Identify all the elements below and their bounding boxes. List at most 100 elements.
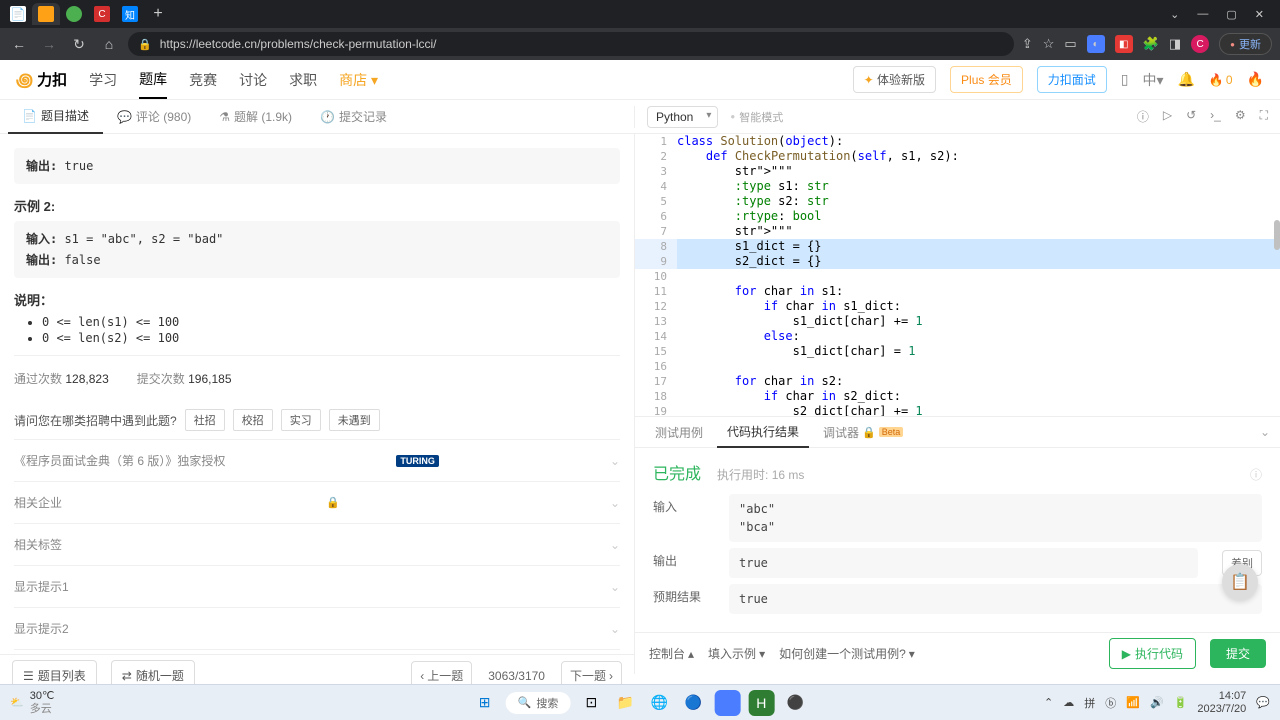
app-icon[interactable] [714,690,740,716]
browser-tab[interactable] [60,3,88,25]
code-line[interactable]: 2 def CheckPermutation(self, s1, s2): [635,149,1280,164]
terminal-icon[interactable]: ›_ [1210,108,1221,125]
tab-submissions[interactable]: 🕐 提交记录 [306,100,401,134]
fire-icon[interactable]: 🔥 [1247,71,1264,88]
reset-icon[interactable]: ↺ [1186,108,1196,125]
submit-button[interactable]: 提交 [1210,639,1266,668]
run-icon[interactable]: ▷ [1163,108,1172,125]
nav-study[interactable]: 学习 [89,62,117,98]
star-icon[interactable]: ☆ [1043,36,1055,52]
app-icon[interactable]: ⚫ [782,690,808,716]
code-editor[interactable]: 1class Solution(object):2 def CheckPermu… [635,134,1280,416]
window-chevron-icon[interactable]: ⌄ [1170,8,1179,21]
extension-icon[interactable]: ◧ [1115,35,1133,53]
interview-button[interactable]: 力扣面试 [1037,66,1107,93]
tab-testcase[interactable]: 测试用例 [645,416,713,448]
browser-tab[interactable]: 📄 [4,3,32,25]
smart-mode-toggle[interactable]: 智能模式 [730,109,783,125]
tray-volume-icon[interactable]: 🔊 [1150,696,1164,709]
recruit-chip[interactable]: 未遇到 [329,409,380,431]
code-line[interactable]: 14 else: [635,329,1280,344]
nav-contest[interactable]: 竞赛 [189,62,217,98]
share-icon[interactable]: ⇪ [1022,36,1033,52]
code-line[interactable]: 10 [635,269,1280,284]
tab-comments[interactable]: 💬 评论 (980) [103,100,205,134]
tab-solutions[interactable]: ⚗ 题解 (1.9k) [205,100,306,134]
extension-icon[interactable]: ◐ [1087,35,1105,53]
collapse-icon[interactable]: ⌄ [1260,425,1270,439]
related-companies[interactable]: 相关企业🔒⌄ [14,481,620,523]
hint-2[interactable]: 显示提示2⌄ [14,607,620,649]
nav-discuss[interactable]: 讨论 [239,62,267,98]
language-select[interactable]: Python [647,106,718,128]
fullscreen-icon[interactable]: ⛶ [1260,108,1268,125]
browser-tab[interactable]: C [88,3,116,25]
info-icon[interactable]: ⓘ [1137,108,1149,125]
browser-update-button[interactable]: 更新 [1219,33,1272,55]
run-code-button[interactable]: ▶ 执行代码 [1109,638,1196,669]
code-line[interactable]: 19 s2_dict[char] += 1 [635,404,1280,416]
nav-back-icon[interactable]: ← [8,36,30,52]
nav-forward-icon[interactable]: → [38,36,60,52]
start-icon[interactable]: ⊞ [472,690,498,716]
howto-link[interactable]: 如何创建一个测试用例? ▾ [779,645,915,662]
tray-bluetooth-icon[interactable]: ⓑ [1105,695,1116,711]
recruit-chip[interactable]: 校招 [233,409,273,431]
try-new-button[interactable]: 体验新版 [853,66,936,93]
code-line[interactable]: 8 s1_dict = {} [635,239,1280,254]
tab-overview-icon[interactable]: ▭ [1064,36,1076,52]
panel-icon[interactable]: ◨ [1169,36,1181,52]
recruit-chip[interactable]: 社招 [185,409,225,431]
mobile-icon[interactable]: ▯ [1121,71,1129,88]
info-icon[interactable]: ⓘ [1250,466,1262,483]
url-input[interactable]: 🔒 https://leetcode.cn/problems/check-per… [128,32,1014,56]
hint-1[interactable]: 显示提示1⌄ [14,565,620,607]
chrome-icon[interactable]: 🌐 [646,690,672,716]
weather-widget[interactable]: ⛅ 30℃多云 [10,690,54,714]
feedback-fab[interactable]: 📋 [1222,564,1258,600]
site-logo[interactable]: ꩜力扣 [16,67,67,93]
tab-description[interactable]: 📄 题目描述 [8,100,103,134]
nav-problems[interactable]: 题库 [139,61,167,99]
tray-battery-icon[interactable]: 🔋 [1174,696,1188,709]
code-line[interactable]: 1class Solution(object): [635,134,1280,149]
new-tab-button[interactable]: + [144,3,172,25]
nav-jobs[interactable]: 求职 [289,62,317,98]
streak-counter[interactable]: 🔥0 [1209,73,1233,87]
code-line[interactable]: 11 for char in s1: [635,284,1280,299]
scrollbar-thumb[interactable] [1274,220,1280,250]
app-icon[interactable]: H [748,690,774,716]
settings-icon[interactable]: ⚙ [1235,108,1246,125]
tab-debugger[interactable]: 调试器🔒Beta [813,416,913,448]
code-line[interactable]: 13 s1_dict[char] += 1 [635,314,1280,329]
tray-cloud-icon[interactable]: ☁ [1063,696,1074,709]
fill-example-button[interactable]: 填入示例 ▾ [708,645,765,662]
nav-home-icon[interactable]: ⌂ [98,36,120,52]
extensions-icon[interactable]: 🧩 [1143,36,1159,52]
code-line[interactable]: 15 s1_dict[char] = 1 [635,344,1280,359]
window-minimize-icon[interactable]: — [1197,8,1208,21]
code-line[interactable]: 17 for char in s2: [635,374,1280,389]
profile-avatar[interactable]: C [1191,35,1209,53]
code-line[interactable]: 7 str">""" [635,224,1280,239]
nav-store[interactable]: 商店 ▾ [339,62,378,98]
book-authorization[interactable]: 《程序员面试金典（第 6 版）》独家授权 TURING ⌄ [14,439,620,481]
code-line[interactable]: 3 str">""" [635,164,1280,179]
task-view-icon[interactable]: ⊡ [578,690,604,716]
language-toggle[interactable]: 中▾ [1142,70,1163,90]
nav-reload-icon[interactable]: ↻ [68,36,90,53]
related-tags[interactable]: 相关标签⌄ [14,523,620,565]
window-close-icon[interactable]: ✕ [1255,8,1264,21]
code-line[interactable]: 16 [635,359,1280,374]
code-line[interactable]: 6 :rtype: bool [635,209,1280,224]
notification-icon[interactable]: 💬 [1256,696,1270,709]
taskbar-clock[interactable]: 14:072023/7/20 [1197,690,1246,714]
code-line[interactable]: 18 if char in s2_dict: [635,389,1280,404]
plus-member-button[interactable]: Plus 会员 [950,66,1023,93]
bell-icon[interactable]: 🔔 [1177,71,1194,88]
edge-icon[interactable]: 🔵 [680,690,706,716]
code-line[interactable]: 5 :type s2: str [635,194,1280,209]
tray-lang-icon[interactable]: 拼 [1084,695,1095,711]
tray-chevron-icon[interactable]: ⌃ [1044,696,1053,709]
browser-tab[interactable]: 知 [116,3,144,25]
